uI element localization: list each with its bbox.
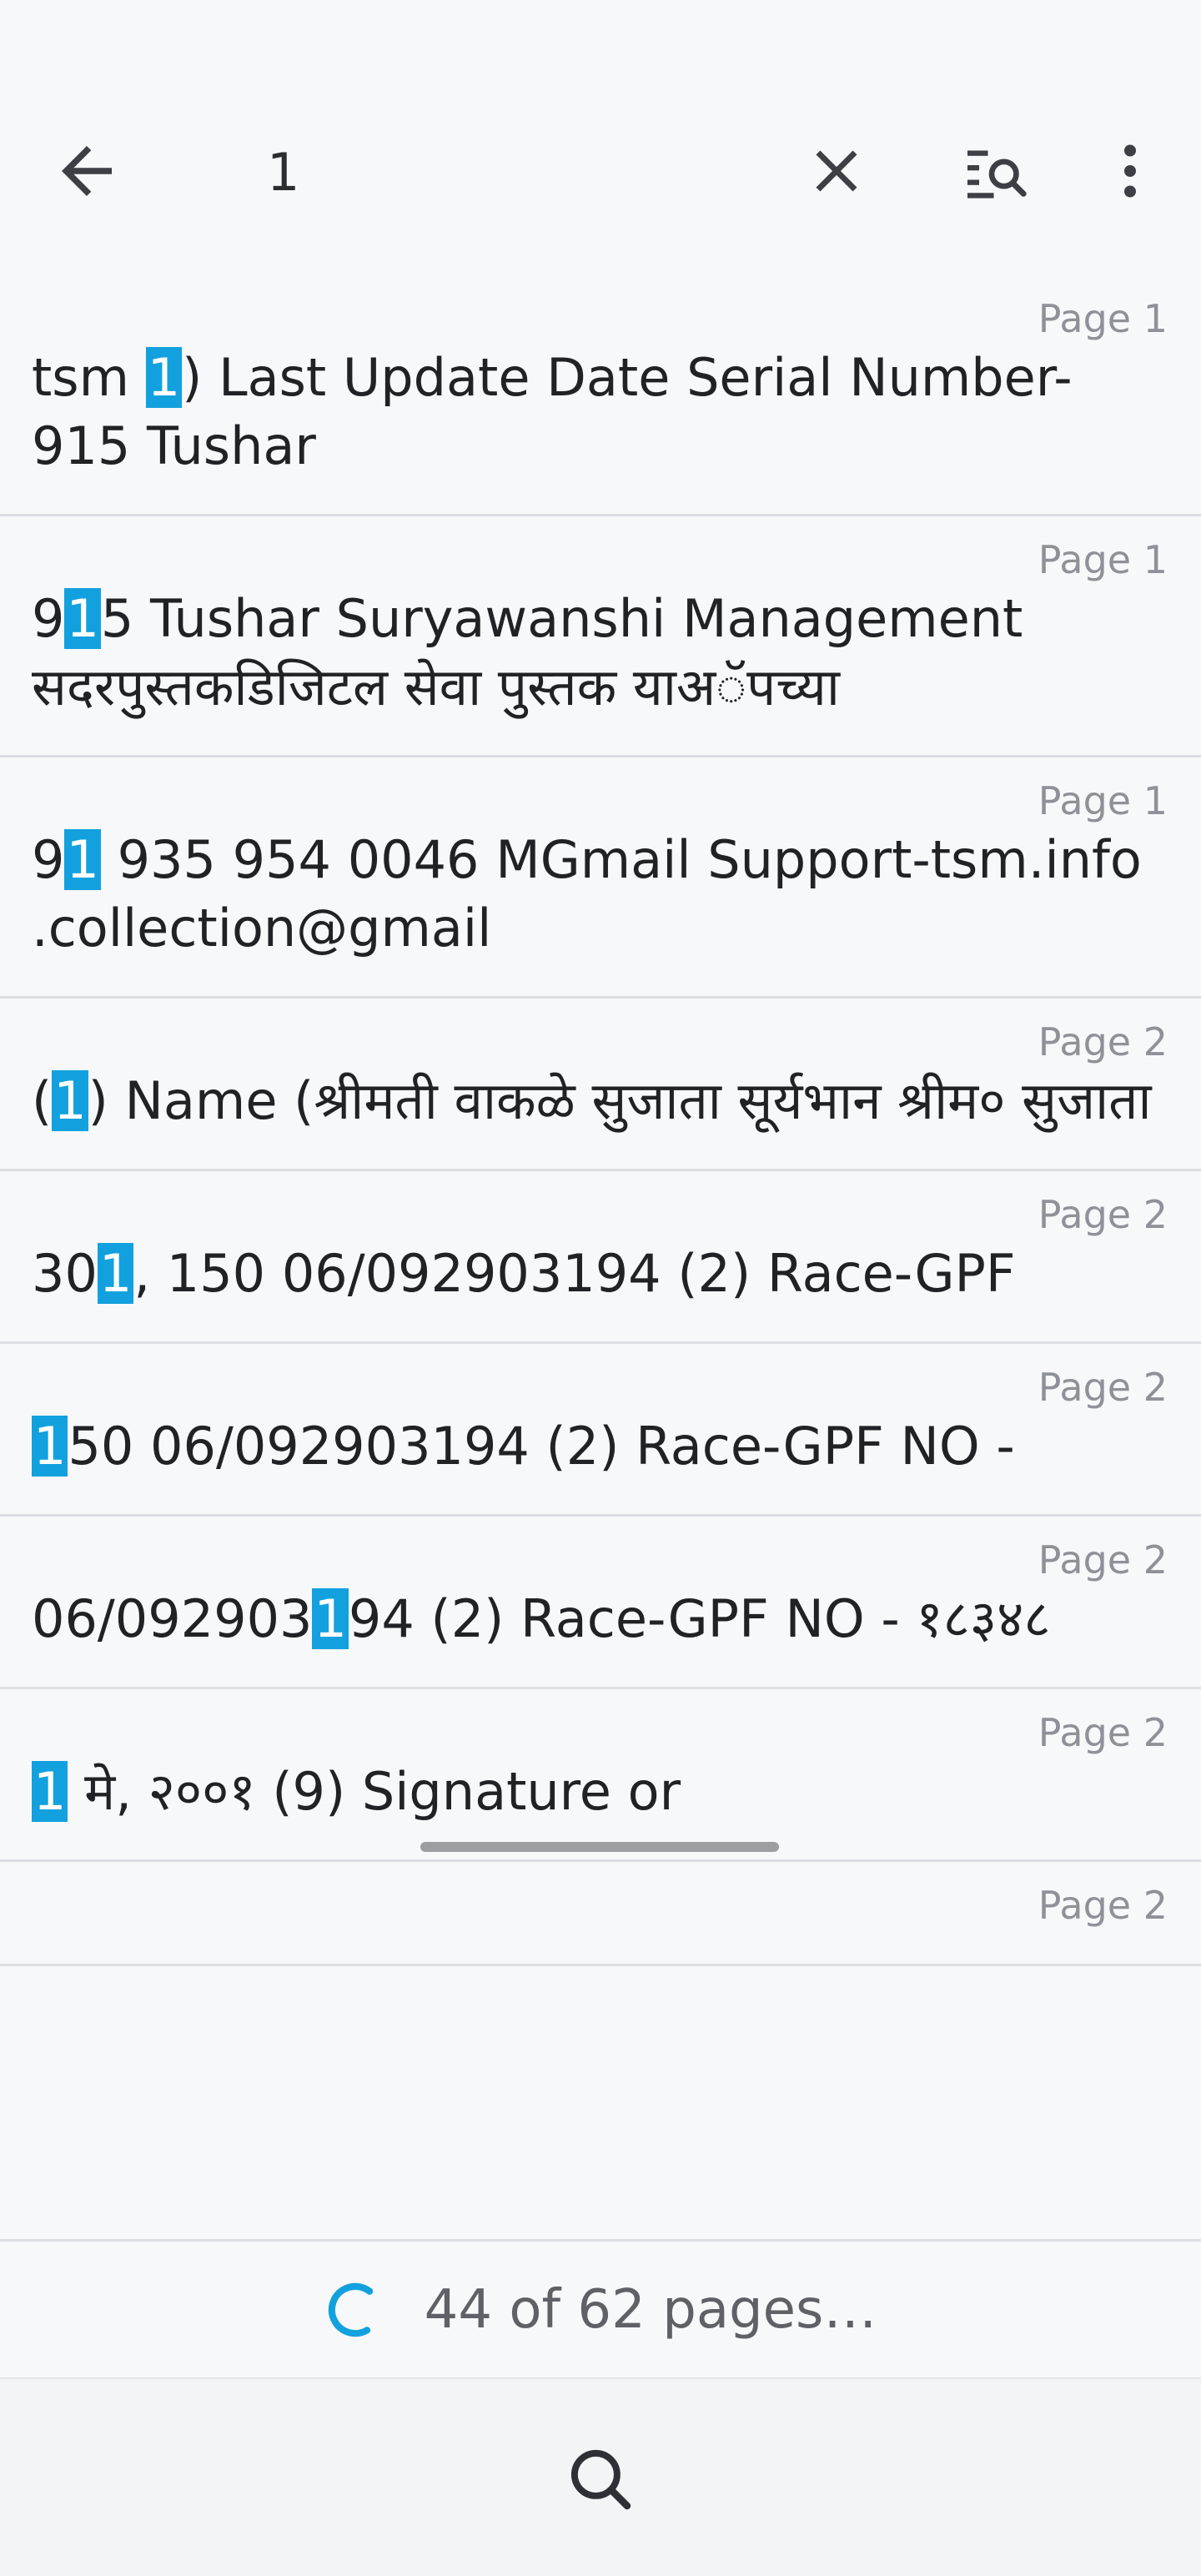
snippet-after: ) Last Update Date Serial Number- 915 Tu… <box>32 347 1073 476</box>
snippet-before: 30 <box>32 1243 98 1304</box>
result-page-label: Page 1 <box>1038 537 1168 582</box>
search-result-item[interactable]: Page 2 <box>0 1862 1201 1966</box>
match-highlight: 1 <box>52 1070 88 1131</box>
result-snippet: 1 मे, २००१ (9) Signature or <box>32 1758 1168 1826</box>
search-result-item[interactable]: Page 1 tsm 1) Last Update Date Serial Nu… <box>0 275 1201 516</box>
search-icon <box>570 2449 631 2510</box>
result-page-label: Page 2 <box>1038 1019 1168 1064</box>
snippet-after: मे, २००१ (9) Signature or <box>68 1761 681 1822</box>
back-button[interactable] <box>37 121 137 221</box>
search-result-item[interactable]: Page 1 915 Tushar Suryawanshi Management… <box>0 516 1201 757</box>
search-toolbar <box>0 100 1201 242</box>
result-page-label: Page 2 <box>1038 1883 1168 1928</box>
snippet-before: ( <box>32 1070 53 1131</box>
result-page-label: Page 2 <box>1038 1365 1168 1410</box>
arrow-left-icon <box>62 146 112 196</box>
match-highlight: 1 <box>145 347 183 408</box>
search-progress-bar: 44 of 62 pages… <box>0 2239 1201 2378</box>
snippet-after: , 150 06/092903194 (2) Race-GPF <box>133 1243 1016 1304</box>
search-result-item[interactable]: Page 2 150 06/092903194 (2) Race-GPF NO … <box>0 1344 1201 1517</box>
result-snippet: 301, 150 06/092903194 (2) Race-GPF <box>32 1240 1168 1308</box>
snippet-after: 5 Tushar Suryawanshi Management सदरपुस्त… <box>32 588 1023 717</box>
match-highlight: 1 <box>312 1588 349 1649</box>
match-highlight: 1 <box>97 1243 134 1304</box>
search-result-item[interactable]: Page 1 91 935 954 0046 MGmail Support-ts… <box>0 757 1201 999</box>
snippet-after: 50 06/092903194 (2) Race-GPF NO - <box>68 1416 1015 1477</box>
match-highlight: 1 <box>64 588 101 649</box>
match-highlight: 1 <box>32 1761 68 1822</box>
result-snippet: 06/092903194 (2) Race-GPF NO - १८३४८ <box>32 1585 1168 1653</box>
home-indicator[interactable] <box>420 1842 779 1852</box>
snippet-before: 9 <box>32 829 65 890</box>
snippet-after: 94 (2) Race-GPF NO - १८३४८ <box>348 1588 1051 1649</box>
list-search-icon <box>967 150 1027 199</box>
loading-spinner-icon <box>328 2282 382 2337</box>
result-page-label: Page 2 <box>1038 1537 1168 1582</box>
search-screen: Page 1 tsm 1) Last Update Date Serial Nu… <box>0 0 1201 2576</box>
search-input[interactable] <box>267 132 767 212</box>
search-progress-text: 44 of 62 pages… <box>424 2279 877 2341</box>
match-highlight: 1 <box>32 1416 68 1477</box>
result-snippet: 91 935 954 0046 MGmail Support-tsm.info … <box>32 826 1168 963</box>
bottom-toolbar <box>0 2377 1201 2576</box>
result-snippet: (1) Name (श्रीमती वाकळे सुजाता सूर्यभान … <box>32 1067 1168 1135</box>
more-vertical-icon <box>1124 144 1136 198</box>
result-page-label: Page 1 <box>1038 296 1168 341</box>
result-page-label: Page 1 <box>1038 778 1168 823</box>
close-icon <box>816 150 857 192</box>
result-page-label: Page 2 <box>1038 1710 1168 1755</box>
snippet-before: 9 <box>32 588 65 649</box>
clear-search-button[interactable] <box>786 121 887 221</box>
search-results-list: Page 1 tsm 1) Last Update Date Serial Nu… <box>0 275 1201 2239</box>
search-options-button[interactable] <box>947 121 1047 221</box>
match-highlight: 1 <box>64 829 101 890</box>
result-snippet: 915 Tushar Suryawanshi Management सदरपुस… <box>32 585 1168 722</box>
result-snippet: 150 06/092903194 (2) Race-GPF NO - <box>32 1412 1168 1481</box>
result-snippet: tsm 1) Last Update Date Serial Number- 9… <box>32 344 1168 480</box>
result-page-label: Page 2 <box>1038 1192 1168 1237</box>
snippet-before: tsm <box>32 347 146 408</box>
search-result-item[interactable]: Page 2 301, 150 06/092903194 (2) Race-GP… <box>0 1171 1201 1344</box>
search-result-item[interactable]: Page 2 06/092903194 (2) Race-GPF NO - १८… <box>0 1517 1201 1689</box>
search-tab-button[interactable] <box>550 2429 651 2529</box>
snippet-before: 06/092903 <box>32 1588 313 1649</box>
search-result-item[interactable]: Page 2 (1) Name (श्रीमती वाकळे सुजाता सू… <box>0 999 1201 1171</box>
search-result-item[interactable]: Page 2 1 मे, २००१ (9) Signature or <box>0 1689 1201 1862</box>
more-options-button[interactable] <box>1080 121 1180 221</box>
snippet-after: 935 954 0046 MGmail Support-tsm.info .co… <box>32 829 1142 958</box>
snippet-after: ) Name (श्रीमती वाकळे सुजाता सूर्यभान श्… <box>88 1070 1152 1131</box>
